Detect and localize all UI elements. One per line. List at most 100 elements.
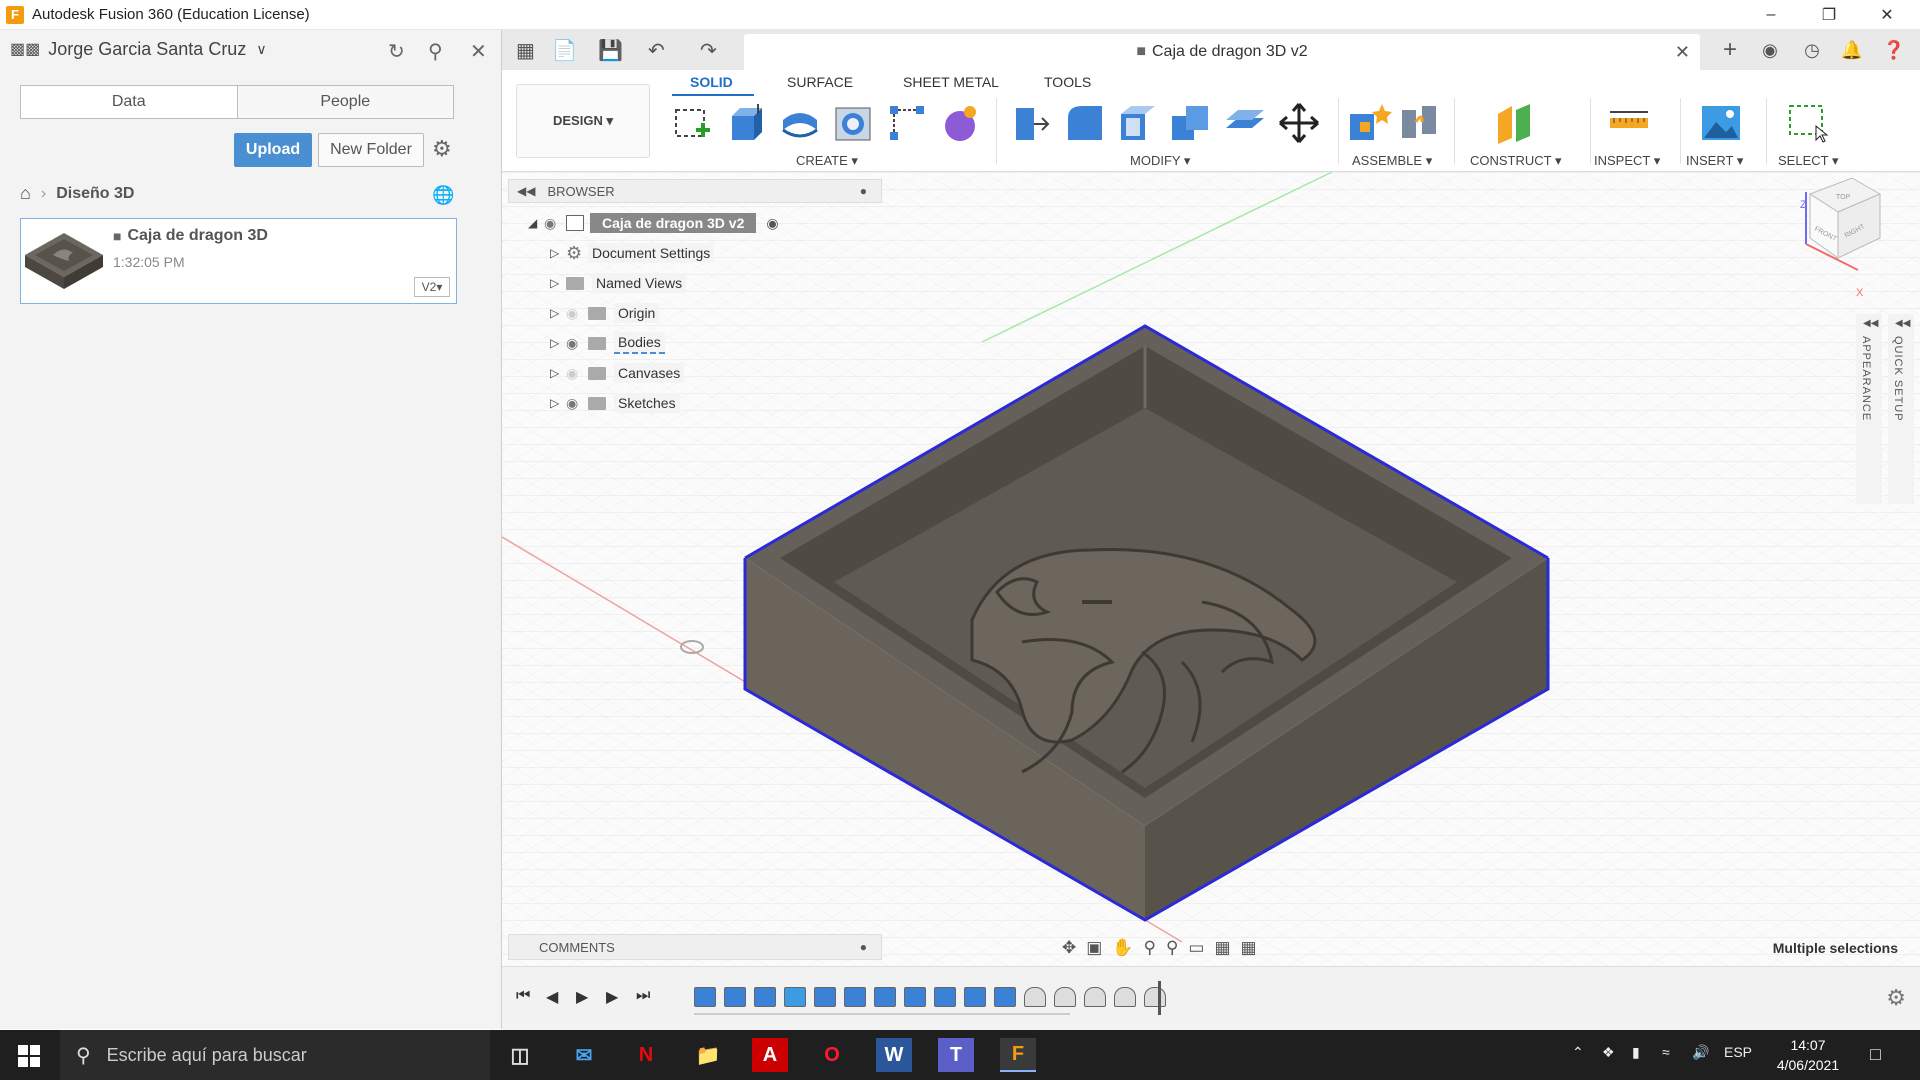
dropbox-icon[interactable]: ❖	[1602, 1044, 1615, 1061]
look-at-icon[interactable]: ▣	[1086, 938, 1102, 958]
chevron-down-icon[interactable]: ∨	[256, 41, 266, 58]
orbit-icon[interactable]: ✥	[1062, 938, 1076, 958]
combine-icon[interactable]	[1168, 100, 1214, 146]
timeline-settings-gear-icon[interactable]: ⚙	[1886, 985, 1906, 1011]
help-icon[interactable]: ❓	[1882, 38, 1906, 62]
new-component-icon[interactable]	[1346, 100, 1392, 146]
move-copy-icon[interactable]	[1276, 100, 1322, 146]
browser-item-origin[interactable]: ▷ ◉ Origin	[550, 301, 660, 325]
redo-icon[interactable]: ↷	[700, 38, 717, 63]
tab-tools[interactable]: TOOLS	[1044, 74, 1091, 90]
expand-triangle-icon[interactable]: ▷	[550, 336, 566, 350]
expand-triangle-icon[interactable]: ▷	[550, 366, 566, 380]
inspect-menu[interactable]: INSPECT ▾	[1594, 153, 1660, 169]
browser-item-sketches[interactable]: ▷ ◉ Sketches	[550, 391, 680, 415]
job-status-icon[interactable]: ◷	[1800, 38, 1824, 62]
globe-icon[interactable]: 🌐	[432, 185, 454, 206]
pan-hand-icon[interactable]: ✋	[1112, 938, 1133, 958]
eye-hidden-icon[interactable]: ◉	[566, 305, 588, 322]
step-forward-icon[interactable]: ▶	[606, 987, 618, 1007]
joint-icon[interactable]	[1396, 100, 1442, 146]
expand-triangle-icon[interactable]: ▷	[550, 396, 566, 410]
tab-solid[interactable]: SOLID	[690, 74, 733, 90]
timeline-feature-icon[interactable]	[754, 987, 776, 1007]
tab-surface[interactable]: SURFACE	[787, 74, 853, 90]
restore-button[interactable]: ❐	[1800, 0, 1858, 30]
language-indicator[interactable]: ESP	[1724, 1044, 1752, 1060]
add-comment-icon[interactable]: ●	[860, 940, 867, 954]
opera-app-icon[interactable]: O	[814, 1038, 850, 1072]
timeline-feature-icon[interactable]	[964, 987, 986, 1007]
assemble-menu[interactable]: ASSEMBLE ▾	[1352, 153, 1432, 169]
extrude-icon[interactable]	[724, 100, 770, 146]
comments-panel[interactable]: COMMENTS ●	[508, 934, 882, 960]
notifications-bell-icon[interactable]: 🔔	[1840, 38, 1864, 62]
apps-grid-icon[interactable]: ▦	[516, 38, 535, 63]
timeline-feature-icon[interactable]	[1024, 987, 1046, 1007]
browser-item-named-views[interactable]: ▷ Named Views	[550, 271, 687, 295]
tray-chevron-icon[interactable]: ⌃	[1572, 1044, 1584, 1061]
activate-radio-icon[interactable]: ◉	[766, 215, 778, 232]
go-to-start-icon[interactable]: ⏮	[516, 987, 530, 1005]
expand-triangle-icon[interactable]: ▷	[550, 246, 566, 260]
teams-app-icon[interactable]: T	[938, 1038, 974, 1072]
expand-arrows-icon[interactable]: ◀◀	[1863, 318, 1878, 329]
grid-settings-icon[interactable]: ▦	[1214, 938, 1230, 958]
timeline-feature-icon[interactable]	[1144, 987, 1166, 1007]
wifi-icon[interactable]: ≈	[1662, 1044, 1670, 1060]
file-menu-icon[interactable]: 📄	[552, 38, 577, 63]
acrobat-app-icon[interactable]: A	[752, 1038, 788, 1072]
offset-plane-icon[interactable]	[1492, 100, 1538, 146]
eye-icon[interactable]: ◉	[566, 395, 588, 412]
tab-data[interactable]: Data	[21, 86, 238, 118]
file-card[interactable]: ■ Caja de dragon 3D 1:32:05 PM V2▾	[20, 218, 457, 304]
timeline-feature-icon[interactable]	[844, 987, 866, 1007]
rectangular-pattern-icon[interactable]	[884, 100, 930, 146]
timeline-feature-icon[interactable]	[784, 987, 806, 1007]
tab-sheet-metal[interactable]: SHEET METAL	[903, 74, 999, 90]
upload-button[interactable]: Upload	[234, 133, 312, 167]
clock[interactable]: 14:07 4/06/2021	[1768, 1035, 1848, 1075]
pin-icon[interactable]: ●	[860, 184, 867, 198]
create-menu[interactable]: CREATE ▾	[796, 153, 858, 169]
viewports-icon[interactable]: ▦	[1241, 938, 1257, 958]
netflix-app-icon[interactable]: N	[628, 1038, 664, 1072]
notification-center-icon[interactable]: □	[1870, 1044, 1881, 1065]
timeline-feature-icon[interactable]	[724, 987, 746, 1007]
expand-triangle-icon[interactable]: ▷	[550, 306, 566, 320]
step-back-icon[interactable]: ◀	[546, 987, 558, 1007]
zoom-icon[interactable]: ⚲	[1143, 938, 1155, 958]
revolve-icon[interactable]	[777, 100, 823, 146]
close-panel-icon[interactable]: ✕	[470, 39, 487, 64]
close-tab-icon[interactable]: ✕	[1675, 42, 1690, 63]
word-app-icon[interactable]: W	[876, 1038, 912, 1072]
timeline-marker[interactable]	[1158, 981, 1161, 1015]
eye-hidden-icon[interactable]: ◉	[566, 365, 588, 382]
quick-setup-panel-tab[interactable]: ◀◀ QUICK SETUP	[1888, 314, 1914, 504]
volume-icon[interactable]: 🔊	[1692, 1044, 1709, 1061]
eye-icon[interactable]: ◉	[544, 215, 566, 232]
offset-face-icon[interactable]	[1222, 100, 1268, 146]
press-pull-icon[interactable]	[1008, 100, 1054, 146]
browser-header[interactable]: ◀◀ BROWSER ●	[508, 179, 882, 203]
timeline-feature-icon[interactable]	[994, 987, 1016, 1007]
new-folder-button[interactable]: New Folder	[318, 133, 424, 167]
file-name[interactable]: ■ Caja de dragon 3D	[113, 227, 268, 245]
eye-icon[interactable]: ◉	[566, 335, 588, 352]
file-explorer-icon[interactable]: 📁	[690, 1038, 726, 1072]
display-settings-icon[interactable]: ▭	[1188, 938, 1204, 958]
version-dropdown[interactable]: V2▾	[414, 277, 450, 297]
home-icon[interactable]: ⌂	[20, 183, 31, 204]
timeline-feature-icon[interactable]	[1084, 987, 1106, 1007]
team-name[interactable]: Jorge Garcia Santa Cruz	[48, 39, 246, 60]
gear-icon[interactable]: ⚙	[432, 136, 452, 162]
timeline-feature-icon[interactable]	[904, 987, 926, 1007]
browser-root-item[interactable]: ◢ ◉ Caja de dragon 3D v2 ◉	[528, 211, 779, 235]
create-sketch-icon[interactable]	[670, 100, 716, 146]
hole-icon[interactable]	[830, 100, 876, 146]
breadcrumb-folder[interactable]: Diseño 3D	[56, 185, 134, 203]
play-icon[interactable]: ▶	[576, 987, 588, 1007]
task-view-icon[interactable]: ◫	[502, 1038, 538, 1072]
appearance-panel-tab[interactable]: ◀◀ APPEARANCE	[1856, 314, 1882, 504]
fillet-icon[interactable]	[1062, 100, 1108, 146]
